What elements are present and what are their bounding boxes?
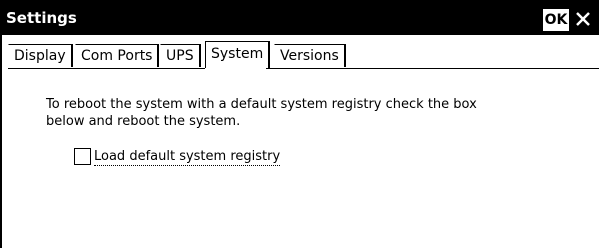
- window-left-border: [0, 0, 2, 248]
- tab-com-ports[interactable]: Com Ports: [75, 44, 160, 67]
- load-default-registry-checkbox[interactable]: [74, 148, 91, 165]
- tab-versions[interactable]: Versions: [274, 44, 346, 67]
- description-line-2: below and reboot the system.: [46, 114, 241, 129]
- description-line-1: To reboot the system with a default syst…: [46, 97, 477, 112]
- system-description: To reboot the system with a default syst…: [46, 96, 516, 130]
- ok-button[interactable]: OK: [543, 9, 569, 31]
- title-bar: Settings OK: [0, 0, 599, 35]
- close-icon[interactable]: [572, 8, 594, 30]
- tab-panel-border-right: [266, 68, 599, 69]
- tab-ups[interactable]: UPS: [160, 44, 201, 67]
- settings-window: Settings OK Display Com Ports UPS System…: [0, 0, 599, 248]
- tab-display[interactable]: Display: [8, 44, 73, 67]
- load-default-registry-label[interactable]: Load default system registry: [94, 148, 281, 166]
- tab-panel-border-left: [8, 68, 205, 69]
- window-title: Settings: [6, 9, 77, 27]
- tab-system[interactable]: System: [205, 41, 271, 68]
